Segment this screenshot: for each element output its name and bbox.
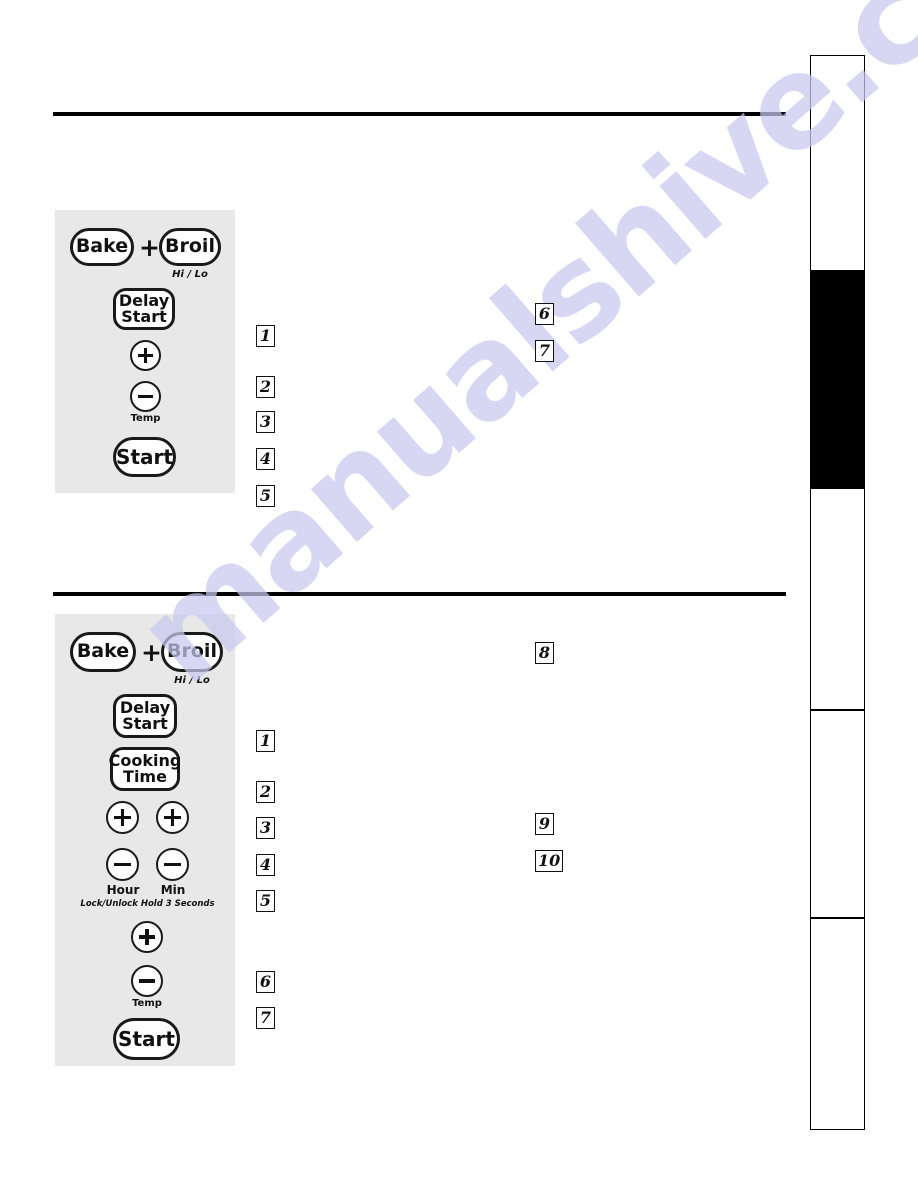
step-marker-9: 9 — [535, 813, 554, 835]
min-caption: Min — [160, 883, 186, 897]
chapter-tab-2-active[interactable] — [810, 271, 865, 488]
step-marker-3: 3 — [256, 817, 275, 839]
start-button[interactable]: Start — [113, 1018, 180, 1060]
minus-icon-bar — [137, 394, 154, 399]
minus-icon-bar — [114, 862, 131, 867]
chapter-tab-4[interactable] — [810, 710, 865, 918]
plus-separator-icon: + — [139, 233, 160, 262]
step-marker-6: 6 — [256, 971, 275, 993]
minus-icon-bar — [139, 979, 155, 983]
step-marker-10: 10 — [535, 850, 564, 872]
bake-button[interactable]: Bake — [70, 228, 134, 266]
temp-increase-button[interactable] — [130, 340, 161, 371]
hour-caption: Hour — [106, 883, 140, 897]
delay-start-button-label-line2: Start — [122, 714, 168, 733]
delay-start-button-label-line2: Start — [121, 307, 167, 326]
temp-caption: Temp — [132, 998, 162, 1009]
plus-separator-icon: + — [141, 638, 162, 667]
step-marker-5: 5 — [256, 485, 275, 507]
bake-button-label: Bake — [75, 235, 129, 258]
temp-decrease-button[interactable] — [131, 965, 163, 997]
temp-decrease-button[interactable] — [130, 381, 161, 412]
broil-button[interactable]: Broil — [159, 228, 221, 266]
minus-icon-bar — [164, 862, 181, 867]
plus-icon-vertical-bar — [143, 347, 148, 364]
min-increase-button[interactable] — [156, 801, 189, 834]
oven-control-panel-delay-start: Bake + Broil Hi / Lo Delay Start Temp St… — [55, 210, 235, 493]
section-divider-middle — [53, 592, 786, 596]
step-marker-2: 2 — [256, 376, 275, 398]
chapter-tab-5[interactable] — [810, 918, 865, 1130]
step-marker-6: 6 — [535, 303, 554, 325]
broil-hi-lo-caption: Hi / Lo — [172, 269, 208, 280]
plus-icon-vertical-bar — [170, 809, 175, 826]
step-marker-8: 8 — [535, 642, 554, 664]
temp-caption: Temp — [130, 413, 161, 424]
cooking-time-button[interactable]: Cooking Time — [109, 747, 181, 791]
hour-decrease-button[interactable] — [106, 848, 139, 881]
start-button-label: Start — [116, 444, 173, 469]
broil-hi-lo-caption: Hi / Lo — [174, 675, 210, 686]
chapter-tab-1[interactable] — [810, 55, 865, 271]
bake-button-label: Bake — [76, 640, 130, 663]
broil-button-label: Broil — [167, 640, 217, 663]
step-marker-7: 7 — [535, 340, 554, 362]
start-button-label: Start — [118, 1026, 175, 1051]
step-marker-4: 4 — [256, 448, 275, 470]
step-marker-7: 7 — [256, 1007, 275, 1029]
step-marker-3: 3 — [256, 411, 275, 433]
temp-increase-button[interactable] — [131, 921, 163, 953]
delay-start-button[interactable]: Delay Start — [113, 694, 177, 738]
step-marker-1: 1 — [256, 730, 275, 752]
step-marker-5: 5 — [256, 890, 275, 912]
chapter-tab-3[interactable] — [810, 488, 865, 710]
chapter-tab-strip — [810, 55, 865, 1130]
cooking-time-button-label-line2: Time — [123, 767, 167, 786]
broil-button-label: Broil — [165, 235, 215, 258]
hour-increase-button[interactable] — [106, 801, 139, 834]
section-divider-top — [53, 112, 786, 116]
plus-icon-vertical-bar — [145, 929, 149, 945]
step-marker-4: 4 — [256, 854, 275, 876]
plus-icon-vertical-bar — [120, 809, 125, 826]
step-marker-1: 1 — [256, 325, 275, 347]
start-button[interactable]: Start — [113, 437, 176, 477]
delay-start-button[interactable]: Delay Start — [113, 288, 175, 330]
lock-unlock-caption: Lock/Unlock Hold 3 Seconds — [80, 899, 215, 909]
manual-page: manualshive.com Bake + Broil Hi / Lo Del… — [0, 0, 918, 1188]
step-marker-2: 2 — [256, 781, 275, 803]
bake-button[interactable]: Bake — [70, 632, 136, 672]
broil-button[interactable]: Broil — [161, 632, 223, 672]
min-decrease-button[interactable] — [156, 848, 189, 881]
oven-control-panel-cooking-time: Bake + Broil Hi / Lo Delay Start Cooking… — [55, 614, 235, 1066]
